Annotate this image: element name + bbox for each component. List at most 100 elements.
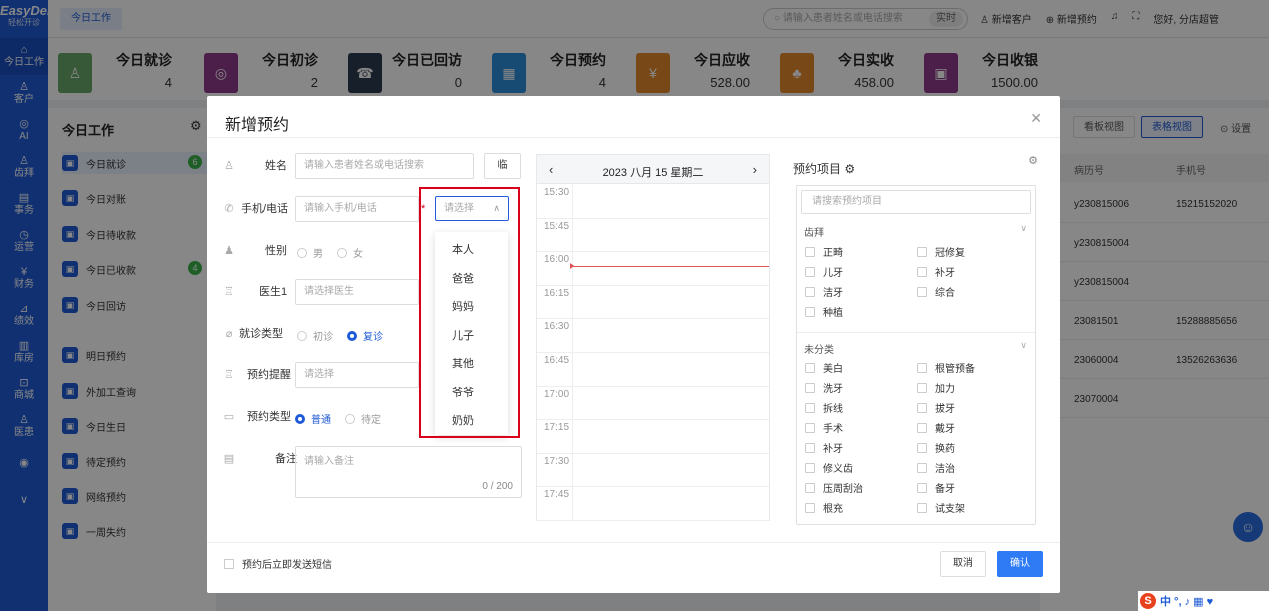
checkbox-box xyxy=(805,362,815,373)
project-label: 补牙 xyxy=(823,444,843,455)
project-checkbox[interactable]: 修义齿 xyxy=(805,460,853,475)
project-checkbox[interactable]: 换药 xyxy=(917,440,955,455)
project-checkbox[interactable]: 根充 xyxy=(805,500,843,515)
ime-toolbar[interactable]: S 中 °, ♪ ▦ ♥ xyxy=(1138,591,1269,611)
project-checkbox[interactable]: 洗牙 xyxy=(805,380,843,395)
project-checkbox[interactable]: 补牙 xyxy=(805,440,843,455)
project-checkbox[interactable]: 补牙 xyxy=(917,264,955,279)
relation-select[interactable]: 请选择 ∧ xyxy=(435,196,509,221)
relation-option[interactable]: 爸爸 xyxy=(435,265,508,294)
chevron-down-icon[interactable]: ∨ xyxy=(1020,223,1027,234)
checkbox-box xyxy=(805,402,815,413)
visit-first-radio[interactable]: 初诊 xyxy=(297,328,333,343)
relation-option[interactable]: 本人 xyxy=(435,236,508,265)
project-checkbox[interactable]: 拔牙 xyxy=(917,400,955,415)
send-sms-checkbox[interactable]: 预约后立即发送短信 xyxy=(224,556,332,571)
appt-type-options: 普通 待定 xyxy=(295,411,395,427)
chevron-right-icon[interactable]: › xyxy=(753,162,757,177)
visit-type-options: 初诊 复诊 xyxy=(297,328,397,344)
project-checkbox[interactable]: 压周刮治 xyxy=(805,480,863,495)
group-title[interactable]: 未分类 xyxy=(804,341,834,356)
phone-input[interactable]: 请输入手机/电话 xyxy=(295,196,419,222)
project-label: 洗牙 xyxy=(823,384,843,395)
project-checkbox[interactable]: 戴牙 xyxy=(917,420,955,435)
slot-divider xyxy=(572,487,573,520)
project-label: 戴牙 xyxy=(935,424,955,435)
group-title[interactable]: 齿拜 xyxy=(804,224,824,239)
gear-icon[interactable]: ⚙ xyxy=(1028,154,1038,167)
slot-divider xyxy=(572,353,573,386)
phone-label: 手机/电话 xyxy=(241,203,289,215)
doctor-label: 医生1 xyxy=(259,286,288,298)
project-checkbox[interactable]: 拆线 xyxy=(805,400,843,415)
current-time-marker xyxy=(570,263,574,270)
time-slot[interactable]: 15:45 xyxy=(537,218,769,253)
visit-type-row: ⌀ 就诊类型 初诊 复诊 xyxy=(223,321,423,347)
name-row: ♙ 姓名 请输入患者姓名或电话搜索 临 xyxy=(223,153,523,179)
time-slot[interactable]: 17:00 xyxy=(537,386,769,421)
gender-row: ♟ 性别 男女 xyxy=(223,238,423,264)
confirm-button[interactable]: 确认 xyxy=(997,551,1043,577)
time-slot[interactable]: 17:15 xyxy=(537,420,769,454)
relation-option[interactable]: 妈妈 xyxy=(435,293,508,322)
checkbox-box xyxy=(917,442,927,453)
project-label: 根充 xyxy=(823,504,843,515)
slot-divider xyxy=(572,218,573,252)
time-label: 17:00 xyxy=(544,388,570,400)
gender-female-radio[interactable]: 女 xyxy=(337,245,363,260)
project-checkbox[interactable]: 洁治 xyxy=(917,460,955,475)
time-label: 15:45 xyxy=(544,220,570,232)
appt-normal-radio[interactable]: 普通 xyxy=(295,411,331,426)
project-search-input[interactable]: 请搜索预约项目 xyxy=(801,190,1031,214)
time-slot[interactable]: 15:30 xyxy=(537,185,769,219)
temp-patient-button[interactable]: 临 xyxy=(484,153,521,179)
close-icon[interactable]: ✕ xyxy=(1030,110,1042,127)
time-slot[interactable]: 16:15 xyxy=(537,285,769,320)
relation-option[interactable]: 奶奶 xyxy=(435,407,508,436)
project-checkbox[interactable]: 备牙 xyxy=(917,480,955,495)
time-label: 16:45 xyxy=(544,355,570,366)
appointment-projects: 预约项目 ⚙ ⚙ 请搜索预约项目 齿拜 ∨ 正畸 冠修复 儿牙 补牙 洁牙 综合 种植 未分… xyxy=(793,154,1038,525)
appt-pending-radio[interactable]: 待定 xyxy=(345,411,381,426)
reminder-select[interactable]: 请选择 xyxy=(295,362,419,388)
project-checkbox[interactable]: 洁牙 xyxy=(805,284,843,299)
relation-option[interactable]: 其他 xyxy=(435,350,508,379)
project-checkbox[interactable]: 种植 xyxy=(805,304,843,319)
relation-option[interactable]: 爷爷 xyxy=(435,379,508,408)
project-checkbox[interactable]: 美白 xyxy=(805,360,843,375)
remark-textarea[interactable]: 请输入备注 0 / 200 xyxy=(295,446,522,498)
gender-male-radio[interactable]: 男 xyxy=(297,245,323,260)
visit-return-radio[interactable]: 复诊 xyxy=(347,328,383,343)
time-label: 16:15 xyxy=(544,287,570,299)
time-slot[interactable]: 16:30 xyxy=(537,319,769,353)
name-input[interactable]: 请输入患者姓名或电话搜索 xyxy=(295,153,474,179)
cancel-button[interactable]: 取消 xyxy=(940,551,986,577)
checkbox-box xyxy=(917,462,927,473)
project-checkbox[interactable]: 加力 xyxy=(917,380,955,395)
person-icon: ♟ xyxy=(224,245,234,257)
appt-type-label: 预约类型 xyxy=(247,411,291,423)
doctor-row: ♖ 医生1 请选择医生 xyxy=(223,279,423,305)
chevron-down-icon[interactable]: ∨ xyxy=(1020,340,1027,351)
project-checkbox[interactable]: 儿牙 xyxy=(805,264,843,279)
doctor-select[interactable]: 请选择医生 xyxy=(295,279,419,305)
relation-option[interactable]: 儿子 xyxy=(435,322,508,351)
time-slot[interactable]: 17:45 xyxy=(537,487,769,521)
visit-type-label: 就诊类型 xyxy=(239,328,283,340)
checkbox-box xyxy=(917,482,927,493)
time-slot[interactable]: 17:30 xyxy=(537,453,769,488)
project-checkbox[interactable]: 综合 xyxy=(917,284,955,299)
project-checkbox[interactable]: 手术 xyxy=(805,420,843,435)
time-slot[interactable]: 16:45 xyxy=(537,353,769,387)
phone-row: ✆ 手机/电话 请输入手机/电话 xyxy=(223,196,423,222)
project-checkbox[interactable]: 试支架 xyxy=(917,500,965,515)
slot-divider xyxy=(572,453,573,487)
settings-gear-icon[interactable]: ⚙ xyxy=(844,162,855,176)
calendar-date: 2023 八月 15 星期二 xyxy=(602,167,704,179)
project-checkbox[interactable]: 根管预备 xyxy=(917,360,975,375)
ime-status: 中 °, ♪ ▦ ♥ xyxy=(1160,596,1214,608)
project-checkbox[interactable]: 冠修复 xyxy=(917,244,965,259)
project-checkbox[interactable]: 正畸 xyxy=(805,244,843,259)
doctor-icon: ♖ xyxy=(224,369,234,381)
relation-dropdown: 本人 爸爸 妈妈 儿子 其他 爷爷 奶奶 xyxy=(435,232,508,435)
